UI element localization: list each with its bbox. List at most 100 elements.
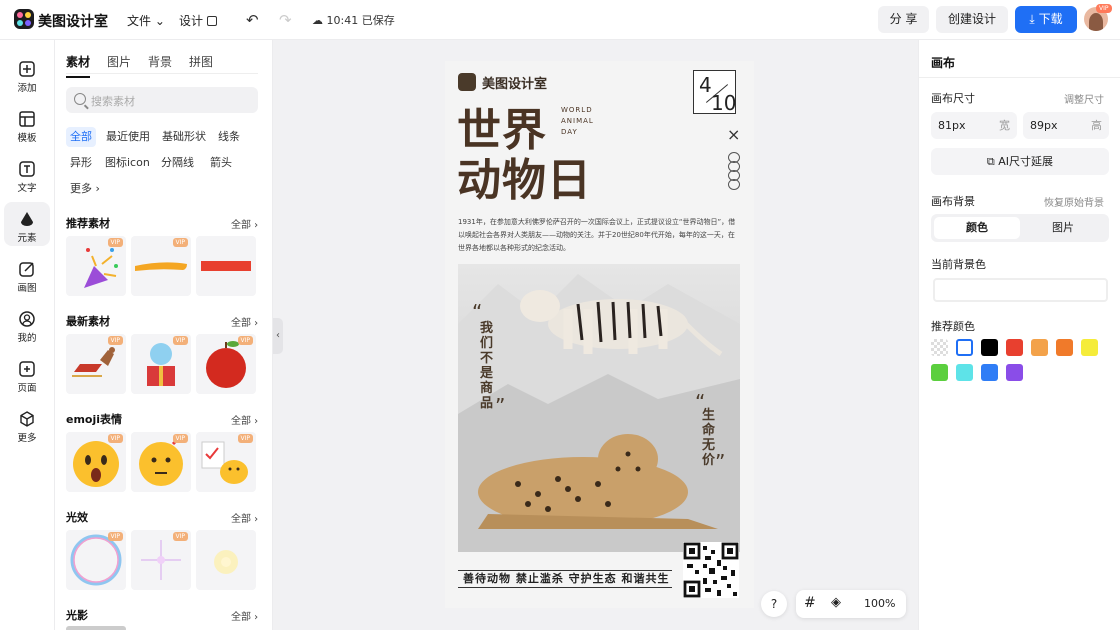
color-swatch[interactable] — [1006, 364, 1023, 381]
create-design-button[interactable]: 创建设计 — [936, 6, 1008, 33]
restore-background-link[interactable]: 恢复原始背景 — [1044, 194, 1104, 209]
ai-extend-button[interactable]: ⧉ AI尺寸延展 — [931, 148, 1109, 175]
chip-lines[interactable]: 线条 — [214, 127, 244, 147]
search-icon — [74, 93, 86, 105]
rail-label: 画图 — [17, 283, 37, 294]
redo-icon[interactable]: ↷ — [279, 11, 292, 29]
width-field[interactable]: 81px 宽 — [931, 112, 1017, 139]
see-all-link[interactable]: 全部 › — [231, 216, 258, 231]
poster-canvas[interactable]: 美图设计室 世界 动物日 WORLD ANIMAL DAY 4 10 × 193… — [445, 61, 754, 608]
quote-mark-right-close: ” — [715, 450, 726, 474]
color-swatch[interactable] — [931, 364, 948, 381]
material-thumb-bubble[interactable]: VIP — [66, 530, 126, 590]
material-thumb-confetti[interactable]: VIP — [66, 236, 126, 296]
chip-arrows[interactable]: 箭头 — [206, 153, 236, 173]
help-button[interactable]: ? — [761, 591, 787, 617]
chip-all[interactable]: 全部 — [66, 127, 96, 147]
material-thumb-rect[interactable] — [196, 236, 256, 296]
color-swatch[interactable] — [1006, 339, 1023, 356]
poster-subtitle-line: ANIMAL — [561, 117, 594, 125]
chip-irregular[interactable]: 异形 — [66, 153, 96, 173]
material-thumb-thinking-emoji[interactable]: VIP — [131, 432, 191, 492]
material-thumb-sleigh[interactable]: VIP — [66, 334, 126, 394]
download-button[interactable]: ⤓ 下载 — [1015, 6, 1077, 33]
color-swatch[interactable] — [956, 364, 973, 381]
rail-label: 我的 — [17, 333, 37, 344]
color-swatch[interactable] — [956, 339, 973, 356]
cube-icon — [20, 411, 34, 427]
color-swatch[interactable] — [1056, 339, 1073, 356]
vip-badge: VIP — [107, 238, 123, 247]
rail-item-more[interactable]: 更多 — [4, 402, 50, 446]
rail-item-elements[interactable]: 元素 — [4, 202, 50, 246]
rail-item-text[interactable]: 文字 — [4, 152, 50, 196]
template-icon — [19, 111, 35, 127]
seg-color[interactable]: 颜色 — [934, 217, 1020, 239]
material-thumb-snowglobe[interactable]: VIP — [131, 334, 191, 394]
see-all-label: 全部 — [231, 612, 251, 623]
chip-icons[interactable]: 图标icon — [101, 153, 154, 173]
see-all-link[interactable]: 全部 › — [231, 608, 258, 623]
vip-badge: VIP — [172, 434, 188, 443]
rail-label: 模板 — [17, 133, 37, 144]
color-swatch[interactable] — [1031, 339, 1048, 356]
material-thumb-glow[interactable] — [196, 530, 256, 590]
material-thumb-apple[interactable]: VIP — [196, 334, 256, 394]
see-all-label: 全部 — [231, 318, 251, 329]
rail-label: 添加 — [17, 83, 37, 94]
edit-icon — [206, 16, 217, 26]
search-placeholder: 搜索素材 — [91, 95, 135, 108]
zoom-level[interactable]: 100% — [864, 597, 895, 610]
see-all-link[interactable]: 全部 › — [231, 510, 258, 525]
seg-image[interactable]: 图片 — [1020, 217, 1106, 239]
poster-title-line1: 世界 — [457, 105, 547, 156]
color-swatch[interactable] — [1081, 339, 1098, 356]
color-swatch[interactable] — [981, 339, 998, 356]
chip-basic-shapes[interactable]: 基础形状 — [158, 127, 210, 147]
material-thumb-shocked-emoji[interactable]: VIP — [66, 432, 126, 492]
rail-item-draw[interactable]: 画图 — [4, 252, 50, 296]
rail-item-mine[interactable]: 我的 — [4, 302, 50, 346]
rail-item-page[interactable]: 页面 — [4, 352, 50, 396]
see-all-link[interactable]: 全部 › — [231, 314, 258, 329]
layers-icon[interactable]: ◈ — [831, 595, 841, 610]
material-thumb-chick-emoji[interactable]: VIP — [196, 432, 256, 492]
width-value: 81px — [938, 119, 966, 132]
canvas-size-label: 画布尺寸 — [931, 92, 975, 105]
grid-icon[interactable]: # — [804, 595, 816, 611]
vip-badge: VIP — [107, 336, 123, 345]
share-button[interactable]: 分 享 — [878, 6, 929, 33]
section-title-newest: 最新素材 — [66, 315, 110, 328]
app-logo-icon[interactable] — [14, 9, 34, 29]
section-title-light-effects: 光效 — [66, 511, 88, 524]
poster-subtitle-line: DAY — [561, 128, 578, 136]
plus-square-icon — [19, 61, 35, 77]
help-label: ? — [770, 597, 778, 611]
resize-link[interactable]: 调整尺寸 — [1064, 91, 1104, 106]
height-field[interactable]: 89px 高 — [1023, 112, 1109, 139]
create-design-label: 创建设计 — [947, 12, 996, 26]
page-add-icon — [19, 361, 35, 377]
poster-quote-right: 生命无价 — [702, 408, 716, 468]
file-menu[interactable]: 文件 ⌄ — [127, 12, 165, 29]
cloud-icon: ☁ — [312, 14, 323, 27]
color-swatch[interactable] — [981, 364, 998, 381]
chip-recent[interactable]: 最近使用 — [102, 127, 154, 147]
chip-dividers[interactable]: 分隔线 — [157, 153, 198, 173]
search-input[interactable]: 搜索素材 — [66, 87, 258, 113]
undo-icon[interactable]: ↶ — [246, 11, 259, 29]
chip-more[interactable]: 更多 › — [66, 179, 104, 199]
design-menu[interactable]: 设计 — [179, 12, 217, 29]
rail-item-add[interactable]: 添加 — [4, 52, 50, 96]
poster-cross-mark: × — [727, 125, 741, 144]
material-thumb-sparkle[interactable]: VIP — [131, 530, 191, 590]
collapse-panel-handle[interactable]: ‹ — [273, 318, 283, 354]
text-icon — [19, 161, 35, 177]
see-all-link[interactable]: 全部 › — [231, 412, 258, 427]
rail-item-template[interactable]: 模板 — [4, 102, 50, 146]
tab-material[interactable]: 素材 — [66, 53, 91, 78]
material-thumb-brush[interactable]: VIP — [131, 236, 191, 296]
material-thumb-partial[interactable] — [66, 626, 126, 630]
current-bg-color-field[interactable] — [933, 278, 1108, 302]
color-swatch[interactable] — [931, 339, 948, 356]
